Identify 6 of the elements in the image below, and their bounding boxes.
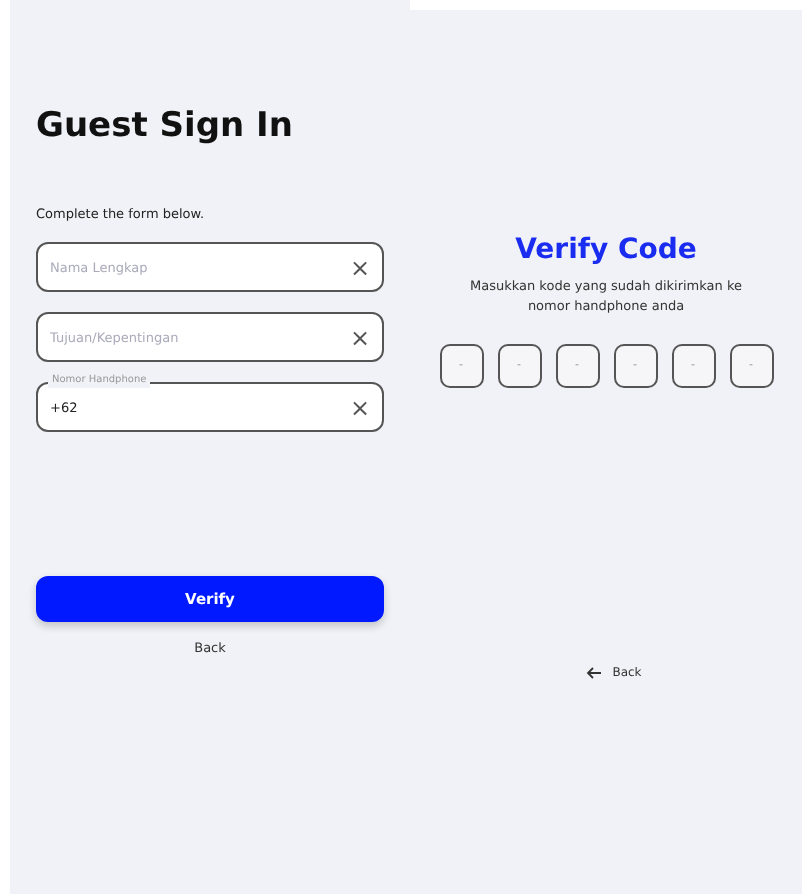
clear-icon[interactable]: × (349, 255, 370, 279)
arrow-left-icon (586, 666, 603, 680)
clear-icon[interactable]: × (349, 325, 370, 349)
verify-title: Verify Code (515, 234, 697, 266)
clear-icon[interactable]: × (349, 395, 370, 419)
page-title: Guest Sign In (36, 106, 293, 146)
